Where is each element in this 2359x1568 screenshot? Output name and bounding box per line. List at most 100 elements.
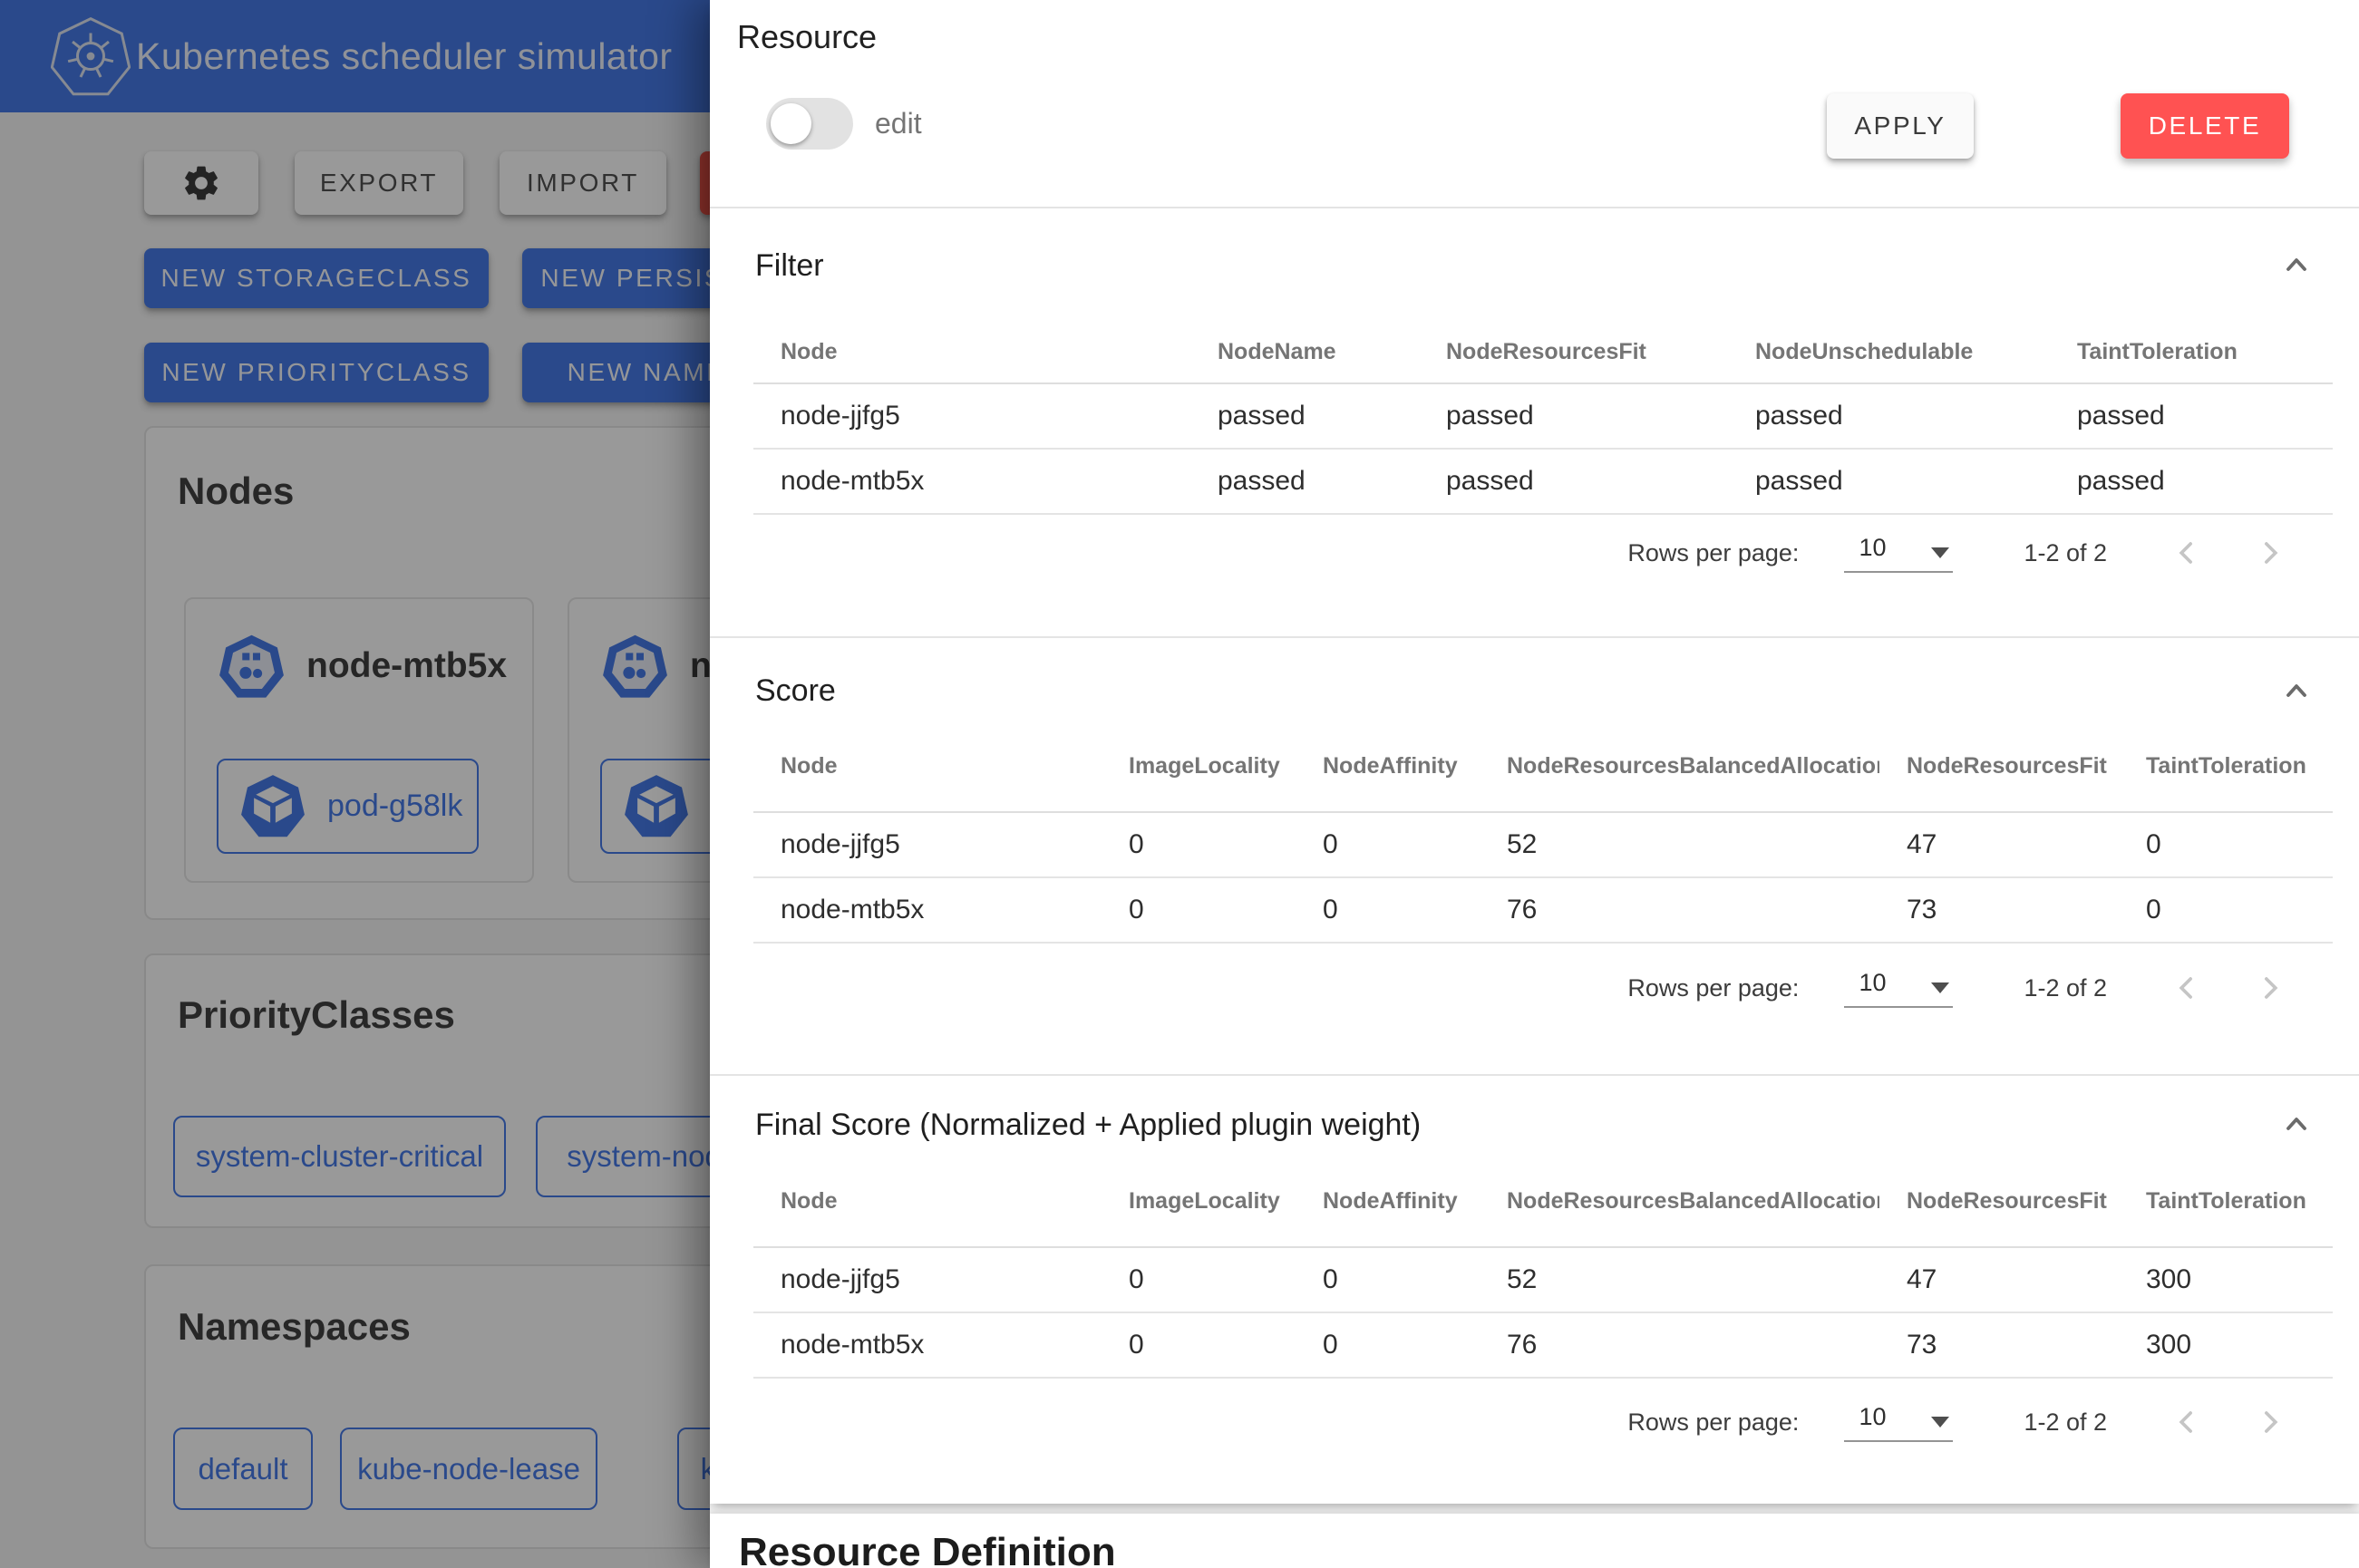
cell: 0: [1102, 1312, 1296, 1378]
cell: 52: [1480, 812, 1879, 877]
final-score-section-title: Final Score (Normalized + Applied plugin…: [755, 1108, 1421, 1143]
app-root: Kubernetes scheduler simulator EXPORT IM…: [0, 0, 2359, 1568]
rows-per-page-label: Rows per page:: [1627, 539, 1799, 567]
delete-button[interactable]: DELETE: [2121, 93, 2289, 159]
score-table: Node ImageLocality NodeAffinity NodeReso…: [753, 721, 2333, 944]
resource-definition-title: Resource Definition: [739, 1530, 1116, 1568]
score-section-title: Score: [755, 673, 836, 709]
cell: passed: [1419, 383, 1728, 449]
filter-pagination: Rows per page: 10 1-2 of 2: [1627, 521, 2296, 585]
divider: [710, 636, 2359, 638]
previous-page-button[interactable]: [2161, 963, 2212, 1013]
cell: 0: [2119, 812, 2333, 877]
chevron-up-icon: [2285, 1115, 2308, 1133]
resource-definition-card: Resource Definition: [710, 1514, 2359, 1568]
column-header: TaintToleration: [2119, 1156, 2333, 1247]
previous-page-button[interactable]: [2161, 528, 2212, 578]
cell: 0: [1102, 1247, 1296, 1312]
final-score-table: Node ImageLocality NodeAffinity NodeReso…: [753, 1156, 2333, 1379]
cell: 73: [1879, 1312, 2119, 1378]
dropdown-caret-icon: [1931, 547, 1949, 558]
cell: node-mtb5x: [753, 1312, 1102, 1378]
column-header: NodeAffinity: [1296, 721, 1480, 812]
chevron-up-icon: [2285, 682, 2308, 700]
chevron-right-icon: [2252, 531, 2288, 575]
table-row: node-jjfg5 0 0 52 47 300: [753, 1247, 2333, 1312]
rows-per-page-value: 10: [1859, 969, 1886, 997]
cell: 0: [1102, 812, 1296, 877]
rows-per-page-select[interactable]: 10: [1844, 534, 1953, 573]
final-score-collapse-button[interactable]: [2256, 1092, 2337, 1156]
column-header: NodeResourcesBalancedAllocation: [1480, 721, 1879, 812]
chevron-left-icon: [2169, 966, 2205, 1010]
column-header: NodeResourcesFit: [1879, 1156, 2119, 1247]
rows-per-page-value: 10: [1859, 534, 1886, 562]
cell: node-mtb5x: [753, 449, 1190, 514]
cell: 47: [1879, 812, 2119, 877]
dropdown-caret-icon: [1931, 1417, 1949, 1428]
cell: passed: [1728, 383, 2050, 449]
column-header: TaintToleration: [2119, 721, 2333, 812]
rows-per-page-value: 10: [1859, 1403, 1886, 1431]
cell: node-mtb5x: [753, 877, 1102, 943]
filter-collapse-button[interactable]: [2256, 233, 2337, 296]
next-page-button[interactable]: [2245, 528, 2296, 578]
table-row: node-mtb5x 0 0 76 73 300: [753, 1312, 2333, 1378]
cell: passed: [1190, 383, 1419, 449]
cell: 0: [1296, 877, 1480, 943]
drawer-title: Resource: [737, 18, 877, 56]
rows-per-page-label: Rows per page:: [1627, 974, 1799, 1002]
next-page-button[interactable]: [2245, 963, 2296, 1013]
cell: 300: [2119, 1312, 2333, 1378]
resource-drawer: Resource edit APPLY DELETE Filter: [710, 0, 2359, 1568]
column-header: ImageLocality: [1102, 721, 1296, 812]
column-header: NodeResourcesFit: [1419, 321, 1728, 383]
cell: 0: [1296, 1312, 1480, 1378]
cell: 300: [2119, 1247, 2333, 1312]
rows-per-page-select[interactable]: 10: [1844, 1403, 1953, 1442]
column-header: NodeResourcesBalancedAllocation: [1480, 1156, 1879, 1247]
resource-detail-card: Resource edit APPLY DELETE Filter: [710, 0, 2359, 1504]
cell: 0: [1102, 877, 1296, 943]
page-range-label: 1-2 of 2: [2024, 1408, 2107, 1437]
chevron-up-icon: [2285, 256, 2308, 274]
edit-toggle[interactable]: [766, 98, 853, 150]
rows-per-page-select[interactable]: 10: [1844, 969, 1953, 1008]
table-row: node-jjfg5 0 0 52 47 0: [753, 812, 2333, 877]
cell: 0: [2119, 877, 2333, 943]
table-row: node-mtb5x 0 0 76 73 0: [753, 877, 2333, 943]
divider: [710, 1074, 2359, 1076]
cell: passed: [2050, 383, 2333, 449]
apply-button[interactable]: APPLY: [1827, 93, 1974, 159]
chevron-right-icon: [2252, 1400, 2288, 1444]
filter-table: Node NodeName NodeResourcesFit NodeUnsch…: [753, 321, 2333, 515]
cell: 52: [1480, 1247, 1879, 1312]
cell: passed: [2050, 449, 2333, 514]
column-header: Node: [753, 321, 1190, 383]
table-row: node-mtb5x passed passed passed passed: [753, 449, 2333, 514]
column-header: NodeResourcesFit: [1879, 721, 2119, 812]
previous-page-button[interactable]: [2161, 1397, 2212, 1447]
cell: node-jjfg5: [753, 812, 1102, 877]
cell: 76: [1480, 877, 1879, 943]
column-header: NodeName: [1190, 321, 1419, 383]
cell: passed: [1728, 449, 2050, 514]
score-collapse-button[interactable]: [2256, 659, 2337, 722]
cell: passed: [1190, 449, 1419, 514]
chevron-left-icon: [2169, 531, 2205, 575]
cell: 76: [1480, 1312, 1879, 1378]
column-header: TaintToleration: [2050, 321, 2333, 383]
column-header: NodeUnschedulable: [1728, 321, 2050, 383]
cell: node-jjfg5: [753, 1247, 1102, 1312]
toggle-thumb-icon: [771, 103, 811, 144]
page-range-label: 1-2 of 2: [2024, 974, 2107, 1002]
column-header: Node: [753, 721, 1102, 812]
filter-section-title: Filter: [755, 248, 824, 284]
cell: 0: [1296, 812, 1480, 877]
column-header: ImageLocality: [1102, 1156, 1296, 1247]
cell: node-jjfg5: [753, 383, 1190, 449]
divider: [710, 207, 2359, 208]
next-page-button[interactable]: [2245, 1397, 2296, 1447]
rows-per-page-label: Rows per page:: [1627, 1408, 1799, 1437]
dropdown-caret-icon: [1931, 982, 1949, 993]
